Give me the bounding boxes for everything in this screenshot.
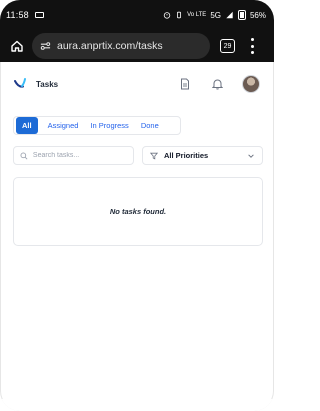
battery-level: 56% [249, 10, 266, 20]
status-time: 11:58 [6, 10, 29, 20]
tab-assigned[interactable]: Assigned [42, 117, 85, 134]
signal-label: 5G [210, 10, 221, 20]
home-icon [11, 40, 23, 52]
browser-toolbar: aura.anprtix.com/tasks 29 [0, 32, 274, 60]
priority-select-value: All Priorities [164, 151, 209, 160]
search-icon [20, 152, 28, 159]
app-header: Tasks [0, 70, 274, 98]
document-button[interactable] [178, 77, 192, 91]
task-filter-tabs: All Assigned In Progress Done [13, 116, 181, 135]
task-list-panel: No tasks found. [13, 177, 263, 246]
status-bar: 11:58 Vo LTE 5G 56% [0, 0, 274, 30]
page-title: Tasks [36, 79, 59, 89]
filters-row: All Priorities [13, 146, 263, 165]
notifications-button[interactable] [210, 77, 224, 91]
search-input[interactable] [32, 152, 127, 159]
tab-done[interactable]: Done [135, 117, 165, 134]
chevron-down-icon [248, 153, 254, 158]
address-bar[interactable]: aura.anprtix.com/tasks [32, 33, 210, 59]
site-info-icon[interactable] [40, 41, 51, 51]
document-icon [181, 78, 189, 90]
bell-icon [211, 79, 223, 90]
filter-icon [150, 152, 158, 159]
menu-dot [250, 38, 254, 41]
alarm-icon [163, 12, 171, 19]
system-chrome: 11:58 Vo LTE 5G 56% aura.anprtix.com/tas… [0, 0, 274, 62]
tab-all[interactable]: All [16, 117, 38, 134]
url-text: aura.anprtix.com/tasks [57, 40, 163, 52]
phone-frame: 11:58 Vo LTE 5G 56% aura.anprtix.com/tas… [0, 0, 274, 411]
screen-icon [34, 12, 44, 18]
user-avatar[interactable] [242, 75, 260, 93]
empty-state-message: No tasks found. [109, 207, 167, 216]
browser-menu-button[interactable] [249, 38, 255, 54]
app-logo-icon [14, 78, 26, 88]
tab-count: 29 [223, 42, 232, 50]
tabs-button[interactable]: 29 [220, 39, 235, 53]
tab-in-progress[interactable]: In Progress [84, 117, 134, 134]
battery-icon [237, 10, 246, 20]
menu-dot [250, 51, 254, 54]
bottom-bar [0, 399, 274, 411]
priority-select[interactable]: All Priorities [142, 146, 263, 165]
network-label: Vo LTE [187, 12, 207, 18]
search-box[interactable] [13, 146, 134, 165]
signal-icon [226, 11, 233, 19]
home-button[interactable] [8, 37, 26, 55]
menu-dot [250, 44, 254, 48]
vibrate-icon [177, 11, 182, 19]
